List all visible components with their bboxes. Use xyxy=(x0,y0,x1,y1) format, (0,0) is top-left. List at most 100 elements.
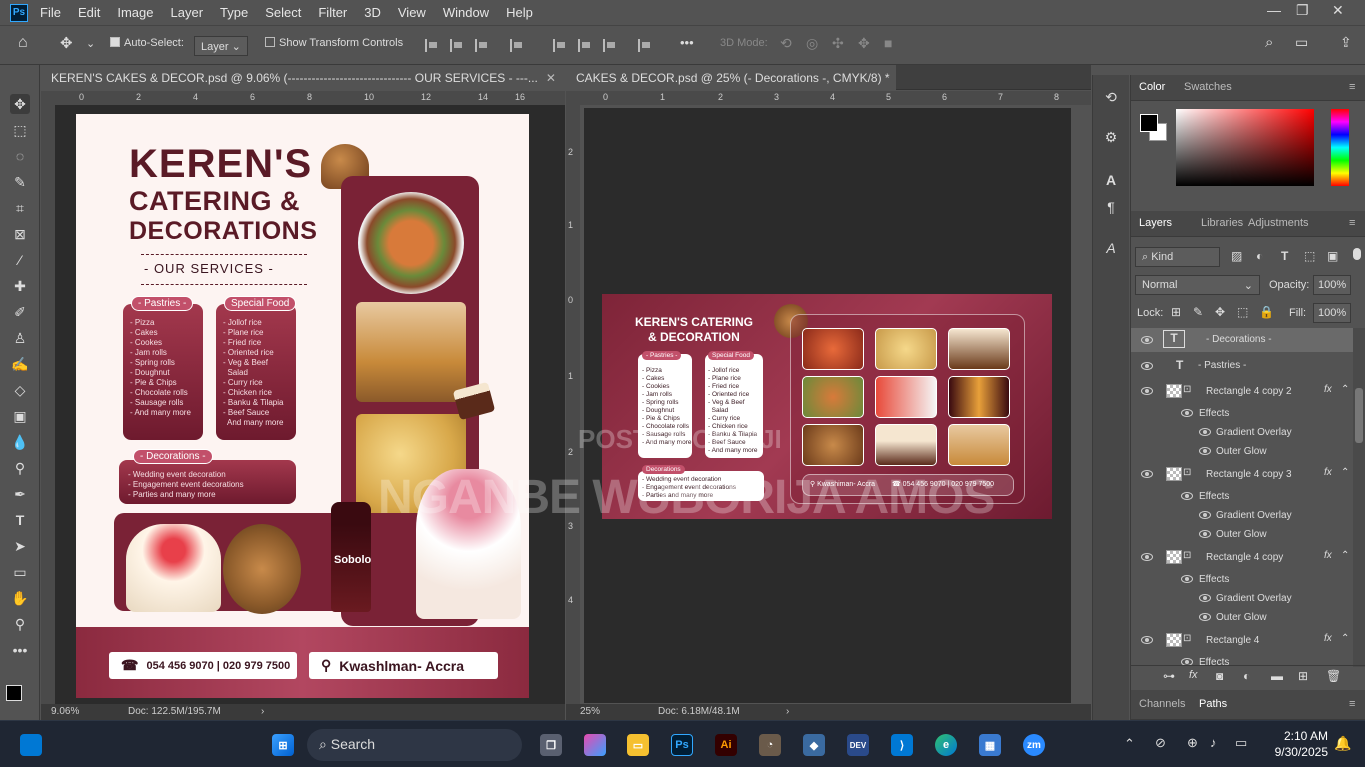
effects-row[interactable]: Effects xyxy=(1131,487,1353,505)
align-right-icon[interactable] xyxy=(475,39,489,52)
copilot-icon[interactable] xyxy=(584,734,606,756)
delete-layer-icon[interactable]: 🗑 xyxy=(1326,669,1341,683)
layer-row[interactable]: ⊡ Rectangle 4 copy fx ⌃ xyxy=(1131,546,1353,568)
layer-row[interactable]: ⊡ Rectangle 4 copy 3 fx ⌃ xyxy=(1131,463,1353,485)
foreground-color-swatch[interactable] xyxy=(6,685,22,701)
left-status-arrow-icon[interactable]: › xyxy=(261,706,264,717)
3d-camera-icon[interactable]: ■ xyxy=(884,35,892,51)
paragraph-icon[interactable]: ¶ xyxy=(1101,197,1121,217)
close-tab-icon[interactable]: ✕ xyxy=(546,71,556,85)
globe-icon[interactable]: ⊕ xyxy=(1187,735,1198,751)
visibility-eye-icon[interactable] xyxy=(1181,492,1193,500)
workspace-icon[interactable]: ▭ xyxy=(1295,34,1308,51)
filter-image-icon[interactable]: ▨ xyxy=(1231,249,1242,263)
layer-row[interactable]: T - Decorations - xyxy=(1131,328,1353,352)
fx-icon[interactable]: fx xyxy=(1324,384,1332,395)
visibility-eye-icon[interactable] xyxy=(1181,575,1193,583)
rectangle-tool-icon[interactable]: ▭ xyxy=(10,562,30,582)
hand-tool-icon[interactable]: ✋ xyxy=(10,588,30,608)
effects-row[interactable]: Effects xyxy=(1131,570,1353,588)
layer-row[interactable]: ⊡ Rectangle 4 fx ⌃ xyxy=(1131,629,1353,651)
chevron-down-icon[interactable]: ⌄ xyxy=(86,37,95,50)
tab-color[interactable]: Color xyxy=(1139,81,1165,93)
marquee-tool-icon[interactable]: ⬚ xyxy=(10,120,30,140)
layer-row[interactable]: ⊡ Rectangle 4 copy 2 fx ⌃ xyxy=(1131,380,1353,402)
lock-position-icon[interactable]: ✥ xyxy=(1215,305,1225,319)
history-brush-icon[interactable]: ✍ xyxy=(10,354,30,374)
move-tool-icon[interactable]: ✥ xyxy=(10,94,30,114)
filter-smart-icon[interactable]: ▣ xyxy=(1327,249,1338,263)
tab-paths[interactable]: Paths xyxy=(1199,698,1227,710)
filter-type-icon[interactable]: T xyxy=(1281,249,1288,263)
notification-bell-icon[interactable]: 🔔 xyxy=(1334,735,1351,752)
align-middle-icon[interactable] xyxy=(578,39,592,52)
scrollbar-thumb[interactable] xyxy=(1355,388,1363,443)
dodge-tool-icon[interactable]: ⚲ xyxy=(10,458,30,478)
visibility-eye-icon[interactable] xyxy=(1141,636,1153,644)
chevron-up-icon[interactable]: ⌃ xyxy=(1124,736,1135,752)
task-view-icon[interactable]: ❐ xyxy=(540,734,562,756)
opacity-input[interactable]: 100% xyxy=(1313,275,1351,295)
pen-tool-icon[interactable]: ✒ xyxy=(10,484,30,504)
add-style-icon[interactable]: fx xyxy=(1189,669,1198,681)
tab-right-document[interactable]: CAKES & DECOR.psd @ 25% (- Decorations -… xyxy=(566,65,896,90)
visibility-eye-icon[interactable] xyxy=(1199,447,1211,455)
tab-swatches[interactable]: Swatches xyxy=(1184,81,1232,93)
properties-icon[interactable]: ⚙ xyxy=(1101,127,1121,147)
chevron-up-icon[interactable]: ⌃ xyxy=(1341,633,1349,644)
chevron-up-icon[interactable]: ⌃ xyxy=(1341,384,1349,395)
menu-layer[interactable]: Layer xyxy=(171,5,204,20)
effect-row[interactable]: Outer Glow xyxy=(1131,442,1353,460)
panel-menu-icon[interactable]: ≡ xyxy=(1349,81,1355,93)
character-icon[interactable]: A xyxy=(1101,170,1121,190)
visibility-eye-icon[interactable] xyxy=(1199,530,1211,538)
quick-select-icon[interactable]: ✎ xyxy=(10,172,30,192)
left-zoom-level[interactable]: 9.06% xyxy=(51,706,79,717)
path-select-icon[interactable]: ➤ xyxy=(10,536,30,556)
store-icon[interactable]: ▦ xyxy=(979,734,1001,756)
align-bottom-icon[interactable] xyxy=(603,39,617,52)
illustrator-icon[interactable]: Ai xyxy=(715,734,737,756)
history-icon[interactable]: ⟲ xyxy=(1101,87,1121,107)
effects-row[interactable]: Effects xyxy=(1131,404,1353,422)
widgets-icon[interactable] xyxy=(20,734,42,756)
menu-file[interactable]: File xyxy=(40,5,61,20)
vscode-icon[interactable]: ⟩ xyxy=(891,734,913,756)
visibility-eye-icon[interactable] xyxy=(1199,613,1211,621)
3d-roll-icon[interactable]: ◎ xyxy=(806,35,818,52)
visibility-eye-icon[interactable] xyxy=(1141,362,1153,370)
filter-shape-icon[interactable]: ⬚ xyxy=(1304,249,1315,263)
auto-select-checkbox[interactable]: Auto-Select: xyxy=(110,37,184,49)
menu-image[interactable]: Image xyxy=(117,5,153,20)
menu-filter[interactable]: Filter xyxy=(318,5,347,20)
chevron-up-icon[interactable]: ⌃ xyxy=(1341,467,1349,478)
zoom-tool-icon[interactable]: ⚲ xyxy=(10,614,30,634)
layer-row[interactable]: T - Pastries - xyxy=(1131,354,1353,378)
stamp-tool-icon[interactable]: ♙ xyxy=(10,328,30,348)
add-mask-icon[interactable]: ◙ xyxy=(1216,669,1223,683)
distribute-vertical-icon[interactable] xyxy=(638,39,652,52)
distribute-icon[interactable] xyxy=(510,39,524,52)
visibility-eye-icon[interactable] xyxy=(1181,409,1193,417)
gimp-icon[interactable]: ◔ xyxy=(759,734,781,756)
effect-row[interactable]: Gradient Overlay xyxy=(1131,423,1353,441)
tab-layers[interactable]: Layers xyxy=(1139,217,1172,229)
panel-menu-icon[interactable]: ≡ xyxy=(1349,698,1355,710)
taskbar-search-box[interactable]: ⌕ Search xyxy=(307,729,522,761)
eraser-tool-icon[interactable]: ◇ xyxy=(10,380,30,400)
layers-scrollbar[interactable] xyxy=(1353,328,1365,667)
visibility-eye-icon[interactable] xyxy=(1141,553,1153,561)
chevron-up-icon[interactable]: ⌃ xyxy=(1341,550,1349,561)
search-icon[interactable]: ⌕ xyxy=(1265,34,1273,51)
gradient-tool-icon[interactable]: ▣ xyxy=(10,406,30,426)
python-icon[interactable]: ◆ xyxy=(803,734,825,756)
link-layers-icon[interactable]: ⊶ xyxy=(1163,669,1175,683)
right-status-arrow-icon[interactable]: › xyxy=(786,706,789,717)
more-options-icon[interactable]: ••• xyxy=(680,35,694,50)
minimize-icon[interactable]: — xyxy=(1267,2,1281,18)
menu-3d[interactable]: 3D xyxy=(364,5,381,20)
menu-help[interactable]: Help xyxy=(506,5,533,20)
foreground-color-swatch[interactable] xyxy=(1140,114,1158,132)
align-top-icon[interactable] xyxy=(553,39,567,52)
glyphs-icon[interactable]: A xyxy=(1101,238,1121,258)
